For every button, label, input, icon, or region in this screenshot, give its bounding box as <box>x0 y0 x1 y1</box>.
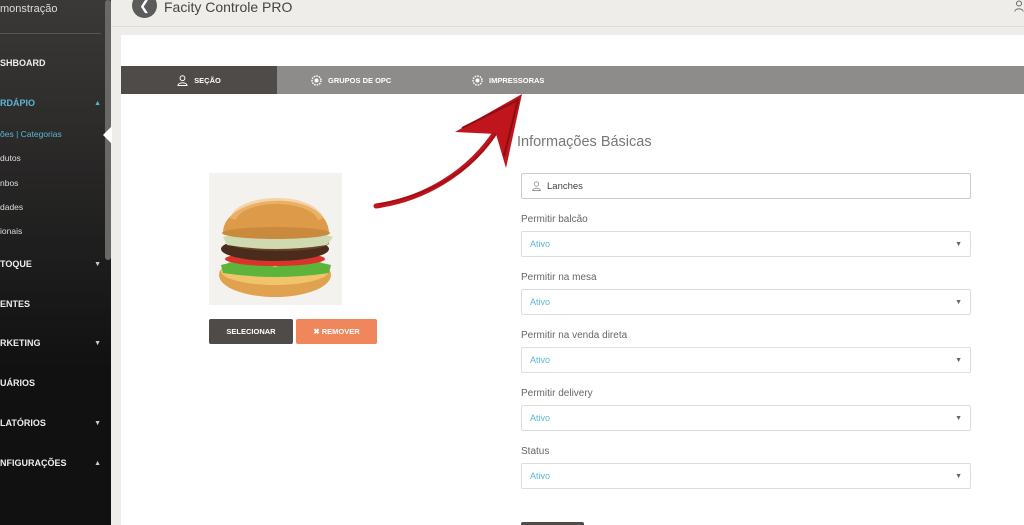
top-header: ❮ Facity Controle PRO <box>111 0 1024 27</box>
sidebar-item-dashboard[interactable]: SHBOARD <box>0 58 101 68</box>
divider <box>0 33 101 34</box>
chevron-down-icon: ▼ <box>94 419 101 427</box>
select-status[interactable]: Ativo ▼ <box>521 463 971 489</box>
select-permitir-na-mesa[interactable]: Ativo ▼ <box>521 289 971 315</box>
label-permitir-venda-direta: Permitir na venda direta <box>521 330 628 341</box>
sidebar-item-marketing[interactable]: RKETING ▼ <box>0 338 101 348</box>
select-permitir-venda-direta[interactable]: Ativo ▼ <box>521 347 971 373</box>
sidebar-item-label: NFIGURAÇÕES <box>0 458 67 468</box>
select-value: Ativo <box>530 413 551 423</box>
caret-down-icon: ▼ <box>955 298 962 306</box>
tab-label: SEÇÃO <box>194 75 221 85</box>
sidebar-item-estoque[interactable]: TOQUE ▼ <box>0 259 101 269</box>
tab-label: IMPRESSORAS <box>489 75 545 85</box>
tab-grupos-de-opc[interactable]: GRUPOS DE OPC <box>311 66 391 94</box>
chevron-down-icon: ▼ <box>94 339 101 347</box>
label-status: Status <box>521 446 550 457</box>
caret-down-icon: ▼ <box>955 414 962 422</box>
section-title: Informações Básicas <box>517 134 652 150</box>
user-icon <box>177 74 188 86</box>
sidebar-subitem-adicionais[interactable]: ionais <box>0 226 22 236</box>
sidebar: monstração SHBOARD RDÁPIO ▲ ões | Categor… <box>0 0 111 525</box>
gear-icon <box>311 74 322 86</box>
category-image <box>209 173 342 305</box>
burger-image <box>209 173 342 305</box>
select-permitir-balcao[interactable]: Ativo ▼ <box>521 231 971 257</box>
back-button[interactable]: ❮ <box>132 0 157 18</box>
user-icon[interactable] <box>1014 0 1024 12</box>
sidebar-item-label: LATÓRIOS <box>0 418 46 428</box>
name-field[interactable] <box>521 173 971 199</box>
select-image-button[interactable]: SELECIONAR <box>209 319 293 344</box>
sidebar-subitem-combos[interactable]: nbos <box>0 178 18 188</box>
sidebar-subitem-categorias[interactable]: ões | Categorias <box>0 129 62 139</box>
select-value: Ativo <box>530 355 551 365</box>
sidebar-item-label: UÁRIOS <box>0 378 36 388</box>
sidebar-item-configuracoes[interactable]: NFIGURAÇÕES ▲ <box>0 458 101 468</box>
sidebar-item-label: ENTES <box>0 299 31 309</box>
label-permitir-balcao: Permitir balcão <box>521 214 588 225</box>
tab-secao[interactable]: SEÇÃO <box>121 66 277 94</box>
sidebar-subitem-unidades[interactable]: dades <box>0 202 23 212</box>
sidebar-item-usuarios[interactable]: UÁRIOS <box>0 378 101 388</box>
select-permitir-delivery[interactable]: Ativo ▼ <box>521 405 971 431</box>
app-title: Facity Controle PRO <box>164 0 293 15</box>
sidebar-item-label: RKETING <box>0 338 41 348</box>
tab-label: GRUPOS DE OPC <box>328 75 392 85</box>
chevron-down-icon: ▼ <box>94 260 101 268</box>
caret-down-icon: ▼ <box>955 356 962 364</box>
caret-down-icon: ▼ <box>955 472 962 480</box>
label-permitir-na-mesa: Permitir na mesa <box>521 272 597 283</box>
tab-bar: SEÇÃO GRUPOS DE OPC IMPRESSORAS <box>121 66 1024 94</box>
label-permitir-delivery: Permitir delivery <box>521 388 593 399</box>
sidebar-item-label: TOQUE <box>0 259 32 269</box>
sidebar-item-clientes[interactable]: ENTES <box>0 299 101 309</box>
remove-image-button[interactable]: ✖ REMOVER <box>296 319 377 344</box>
gear-icon <box>472 74 483 86</box>
sidebar-item-relatorios[interactable]: LATÓRIOS ▼ <box>0 418 101 428</box>
name-input[interactable] <box>547 180 947 192</box>
caret-down-icon: ▼ <box>955 240 962 248</box>
sidebar-item-cardapio[interactable]: RDÁPIO ▲ <box>0 98 101 108</box>
user-icon <box>532 181 541 191</box>
tab-impressoras[interactable]: IMPRESSORAS <box>472 66 544 94</box>
chevron-up-icon: ▲ <box>94 459 101 467</box>
chevron-up-icon: ▲ <box>94 99 101 107</box>
chevron-left-icon: ❮ <box>139 0 150 13</box>
select-value: Ativo <box>530 239 551 249</box>
sidebar-brand: monstração <box>0 3 58 15</box>
sidebar-item-label: SHBOARD <box>0 58 46 68</box>
active-item-pointer <box>103 126 112 144</box>
select-value: Ativo <box>530 471 551 481</box>
main-card: SEÇÃO GRUPOS DE OPC IMPRESSORAS SELECION… <box>121 35 1024 525</box>
sidebar-subitem-produtos[interactable]: dutos <box>0 153 21 163</box>
sidebar-item-label: RDÁPIO <box>0 98 36 108</box>
select-value: Ativo <box>530 297 551 307</box>
